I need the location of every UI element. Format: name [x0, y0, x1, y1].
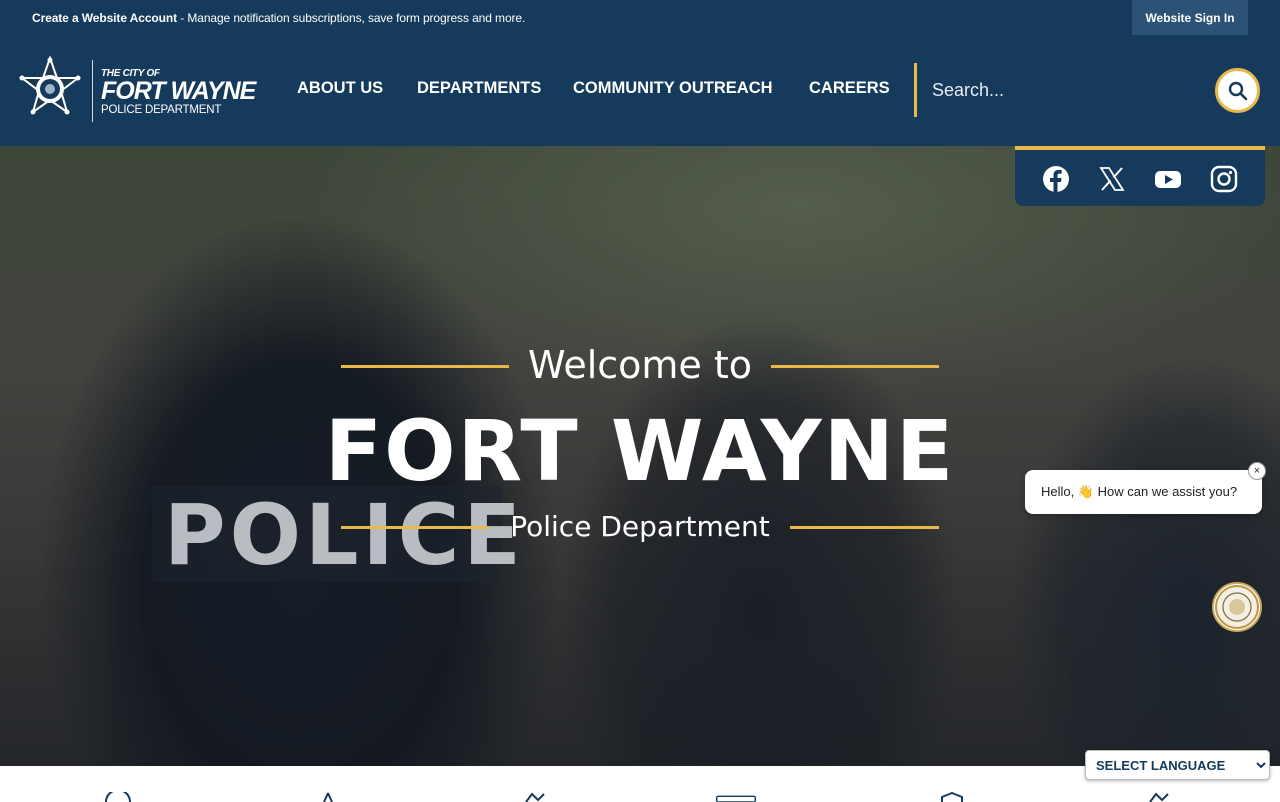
create-account-link[interactable]: Create a Website Account	[32, 11, 177, 25]
search-divider	[914, 63, 917, 117]
youtube-icon[interactable]	[1154, 165, 1182, 193]
hero-welcome: Welcome to	[527, 343, 753, 387]
nav-about-us[interactable]: ABOUT US	[297, 79, 383, 98]
chat-close-button[interactable]: ×	[1248, 462, 1266, 480]
x-icon[interactable]	[1098, 165, 1126, 193]
chat-greeting-bubble[interactable]: Hello, 👋 How can we assist you?	[1025, 470, 1262, 514]
search-icon	[1228, 81, 1247, 100]
instagram-icon[interactable]	[1210, 165, 1238, 193]
nav-careers[interactable]: CAREERS	[809, 79, 890, 98]
police-star-badge-icon	[19, 56, 81, 115]
quick-link-icon[interactable]	[716, 792, 756, 802]
search-input[interactable]	[932, 72, 1202, 108]
site-logo[interactable]: THE CITY OF FORT WAYNE POLICE DEPARTMENT	[18, 56, 263, 128]
website-sign-in-button[interactable]: Website Sign In	[1132, 0, 1248, 35]
account-promo: Create a Website Account - Manage notifi…	[32, 11, 525, 25]
logo-department: POLICE DEPARTMENT	[101, 104, 222, 116]
hero-subtitle: Police Department	[510, 510, 770, 543]
quick-link-icon[interactable]	[1140, 792, 1180, 802]
search-button[interactable]	[1215, 68, 1260, 113]
nav-departments[interactable]: DEPARTMENTS	[417, 79, 541, 98]
logo-divider	[92, 60, 93, 122]
logo-name: FORT WAYNE	[101, 77, 256, 105]
account-promo-desc: - Manage notification subscriptions, sav…	[176, 11, 526, 25]
facebook-icon[interactable]	[1042, 165, 1070, 193]
chat-greeting-text: Hello, 👋 How can we assist you?	[1041, 484, 1238, 499]
city-seal-icon	[1215, 585, 1259, 629]
quick-link-icon[interactable]	[518, 792, 558, 802]
social-media-panel	[1015, 146, 1265, 206]
language-select[interactable]: SELECT LANGUAGE	[1085, 750, 1270, 780]
quick-link-icon[interactable]	[932, 792, 972, 802]
quick-link-icon[interactable]	[98, 792, 138, 802]
nav-community-outreach[interactable]: COMMUNITY OUTREACH	[573, 79, 773, 98]
chat-launcher-button[interactable]	[1212, 582, 1262, 632]
quick-link-icon[interactable]	[308, 792, 348, 802]
utility-bar: Create a Website Account - Manage notifi…	[0, 0, 1280, 36]
site-header: THE CITY OF FORT WAYNE POLICE DEPARTMENT…	[0, 36, 1280, 146]
logo-wordmark: THE CITY OF FORT WAYNE POLICE DEPARTMENT	[101, 69, 256, 117]
